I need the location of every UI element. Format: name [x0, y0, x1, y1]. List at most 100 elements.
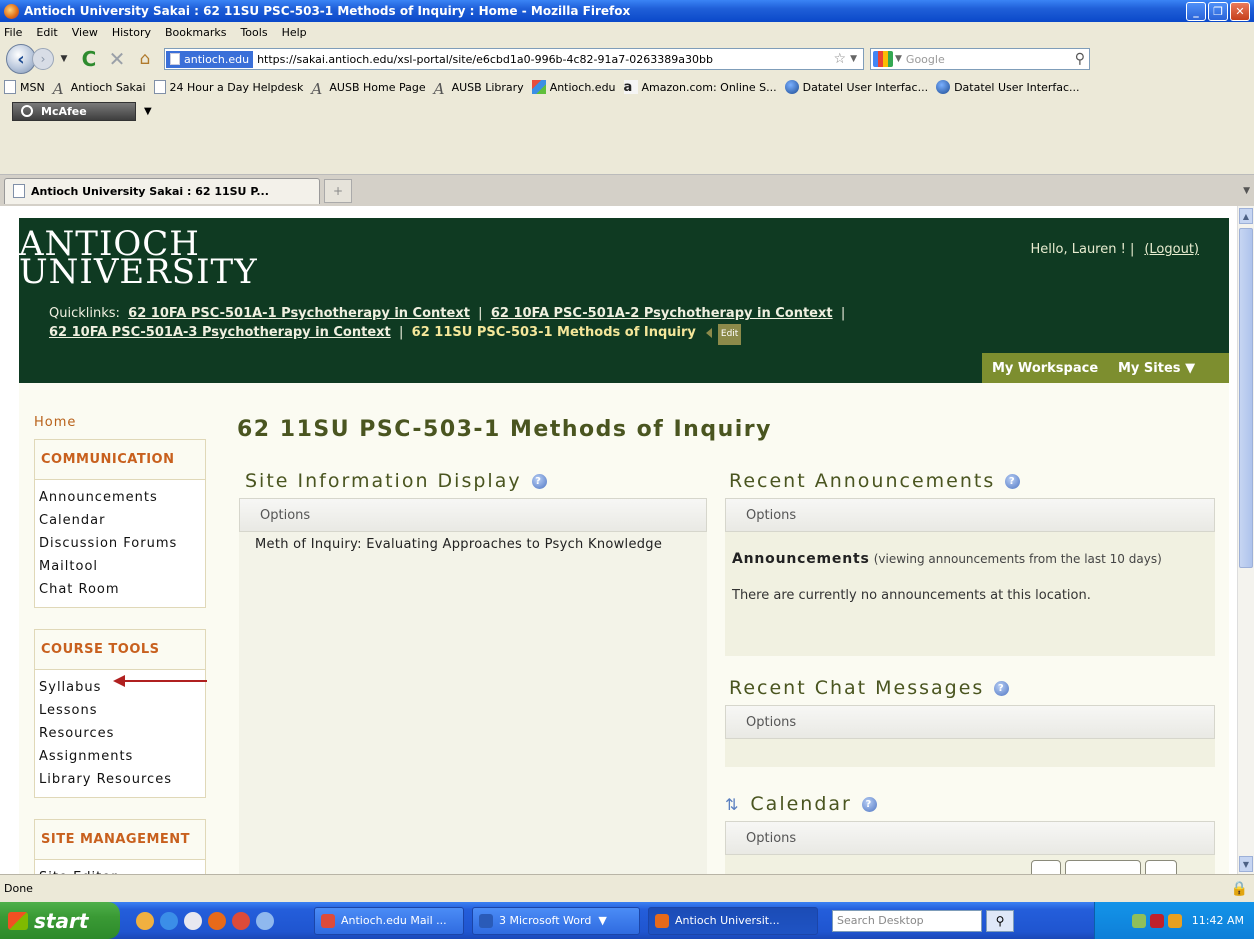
tool-resources[interactable]: Resources: [35, 722, 205, 745]
close-button[interactable]: ✕: [1230, 2, 1250, 21]
menu-edit[interactable]: Edit: [36, 26, 57, 39]
tool-library-resources[interactable]: Library Resources: [35, 768, 205, 791]
desktop-search-button[interactable]: ⚲: [986, 909, 1014, 932]
calendar-next-button[interactable]: [1145, 860, 1177, 874]
mcafee-tray-icon[interactable]: [1149, 913, 1164, 928]
tool-lessons[interactable]: Lessons: [35, 699, 205, 722]
my-workspace-button[interactable]: My Workspace: [982, 353, 1109, 383]
quicklaunch-icon[interactable]: [136, 911, 154, 930]
chat-panel: [725, 739, 1215, 767]
url-dropdown-icon[interactable]: ▼: [850, 54, 857, 64]
tab-list-icon[interactable]: ▼: [1243, 186, 1250, 196]
calendar-options[interactable]: Options: [725, 821, 1215, 855]
firefox-icon: [655, 913, 669, 928]
announcements-options[interactable]: Options: [725, 498, 1215, 532]
logout-link[interactable]: (Logout): [1144, 242, 1199, 257]
home-icon[interactable]: ⌂: [134, 49, 156, 69]
quicklink-501a-2[interactable]: 62 10FA PSC-501A-2 Psychotherapy in Cont…: [491, 306, 833, 321]
tool-announcements[interactable]: Announcements: [35, 486, 205, 509]
search-input[interactable]: Google: [906, 53, 1075, 66]
menu-tools[interactable]: Tools: [240, 26, 267, 39]
bookmark-star-icon[interactable]: ☆: [834, 51, 847, 67]
lock-icon[interactable]: 🔒: [1231, 881, 1248, 897]
menu-history[interactable]: History: [112, 26, 151, 39]
scroll-down-icon[interactable]: ▼: [1239, 856, 1253, 872]
mcafee-button[interactable]: McAfee: [12, 101, 136, 121]
tool-site-editor[interactable]: Site Editor: [35, 866, 205, 874]
restore-button[interactable]: ❐: [1208, 2, 1228, 21]
menu-view[interactable]: View: [72, 26, 98, 39]
tool-calendar[interactable]: Calendar: [35, 509, 205, 532]
minimize-button[interactable]: _: [1186, 2, 1206, 21]
help-icon[interactable]: ?: [531, 473, 547, 489]
a-icon: A: [52, 80, 64, 98]
bookmark-datatel-2[interactable]: Datatel User Interfac...: [936, 80, 1080, 94]
chat-options[interactable]: Options: [725, 705, 1215, 739]
mcafee-dropdown-icon[interactable]: ▼: [144, 106, 152, 117]
reload-icon[interactable]: C: [78, 47, 100, 71]
antioch-logo[interactable]: ANTIOCH UNIVERSITY: [19, 227, 258, 289]
quicklinks-label: Quicklinks:: [49, 306, 120, 321]
start-button[interactable]: start: [0, 902, 120, 939]
scrollbar-thumb[interactable]: [1239, 228, 1253, 568]
menu-bookmarks[interactable]: Bookmarks: [165, 26, 226, 39]
quicklink-501a-1[interactable]: 62 10FA PSC-501A-1 Psychotherapy in Cont…: [128, 306, 470, 321]
stop-icon[interactable]: ✕: [106, 47, 128, 71]
new-tab-button[interactable]: +: [324, 178, 352, 203]
desktop-icon[interactable]: [256, 911, 274, 930]
tray-icon[interactable]: [1167, 913, 1182, 928]
tab-sakai[interactable]: Antioch University Sakai : 62 11SU P...: [4, 177, 320, 204]
calendar-today-button[interactable]: [1065, 860, 1141, 874]
search-engine-dropdown-icon[interactable]: ▼: [895, 54, 902, 64]
vertical-scrollbar[interactable]: ▲ ▼: [1237, 206, 1254, 874]
site-info-options[interactable]: Options: [239, 498, 707, 532]
tool-mailtool[interactable]: Mailtool: [35, 555, 205, 578]
help-icon[interactable]: ?: [994, 680, 1010, 696]
firefox-icon: [4, 3, 19, 19]
history-dropdown-icon[interactable]: ▼: [58, 54, 70, 64]
search-icon[interactable]: ⚲: [1075, 51, 1085, 67]
bookmark-ausb-library[interactable]: A AUSB Library: [434, 80, 524, 98]
tool-chat-room[interactable]: Chat Room: [35, 578, 205, 601]
window-title-bar[interactable]: Antioch University Sakai : 62 11SU PSC-5…: [0, 0, 1254, 22]
address-bar[interactable]: antioch.edu https://sakai.antioch.edu/xs…: [164, 48, 864, 70]
bookmark-antioch-edu[interactable]: Antioch.edu: [531, 80, 616, 94]
chrome-icon[interactable]: [232, 911, 250, 930]
ie-icon[interactable]: [160, 911, 178, 930]
scroll-up-icon[interactable]: ▲: [1239, 208, 1253, 224]
menu-file[interactable]: File: [4, 26, 22, 39]
bookmark-msn[interactable]: MSN: [4, 80, 45, 94]
quicklink-501a-3[interactable]: 62 10FA PSC-501A-3 Psychotherapy in Cont…: [49, 325, 391, 340]
site-identity-badge[interactable]: antioch.edu: [166, 50, 254, 68]
current-site-link[interactable]: 62 11SU PSC-503-1 Methods of Inquiry: [412, 325, 696, 340]
task-firefox[interactable]: Antioch Universit...: [648, 906, 818, 935]
media-icon[interactable]: [184, 911, 202, 930]
bookmark-datatel-1[interactable]: Datatel User Interfac...: [784, 80, 928, 94]
edit-button[interactable]: Edit: [717, 324, 742, 345]
network-icon[interactable]: [1131, 913, 1146, 928]
help-icon[interactable]: ?: [1005, 473, 1021, 489]
bookmark-helpdesk[interactable]: 24 Hour a Day Helpdesk: [153, 80, 303, 94]
url-text[interactable]: https://sakai.antioch.edu/xsl-portal/sit…: [257, 53, 833, 66]
menu-help[interactable]: Help: [282, 26, 307, 39]
bookmark-ausb-home[interactable]: A AUSB Home Page: [311, 80, 425, 98]
tool-discussion-forums[interactable]: Discussion Forums: [35, 532, 205, 555]
calendar-prev-button[interactable]: [1031, 860, 1061, 874]
amazon-icon: a: [623, 80, 638, 95]
bookmark-amazon[interactable]: a Amazon.com: Online S...: [623, 80, 777, 95]
my-sites-button[interactable]: My Sites ▼: [1108, 353, 1229, 383]
clock: 11:42 AM: [1191, 914, 1244, 927]
refresh-icon[interactable]: ⇅: [725, 795, 740, 814]
forward-button[interactable]: ›: [32, 48, 54, 70]
site-info-panel: [239, 498, 707, 874]
search-bar[interactable]: ▼ Google ⚲: [870, 48, 1090, 70]
google-icon[interactable]: [873, 51, 893, 67]
help-icon[interactable]: ?: [861, 796, 877, 812]
firefox-icon[interactable]: [208, 911, 226, 930]
tool-assignments[interactable]: Assignments: [35, 745, 205, 768]
home-link[interactable]: Home: [34, 415, 76, 430]
task-word[interactable]: 3 Microsoft Word ▼: [472, 906, 640, 935]
desktop-search-input[interactable]: Search Desktop: [832, 909, 982, 932]
bookmark-antioch-sakai[interactable]: A Antioch Sakai: [52, 80, 146, 98]
task-mail[interactable]: Antioch.edu Mail ...: [314, 906, 464, 935]
